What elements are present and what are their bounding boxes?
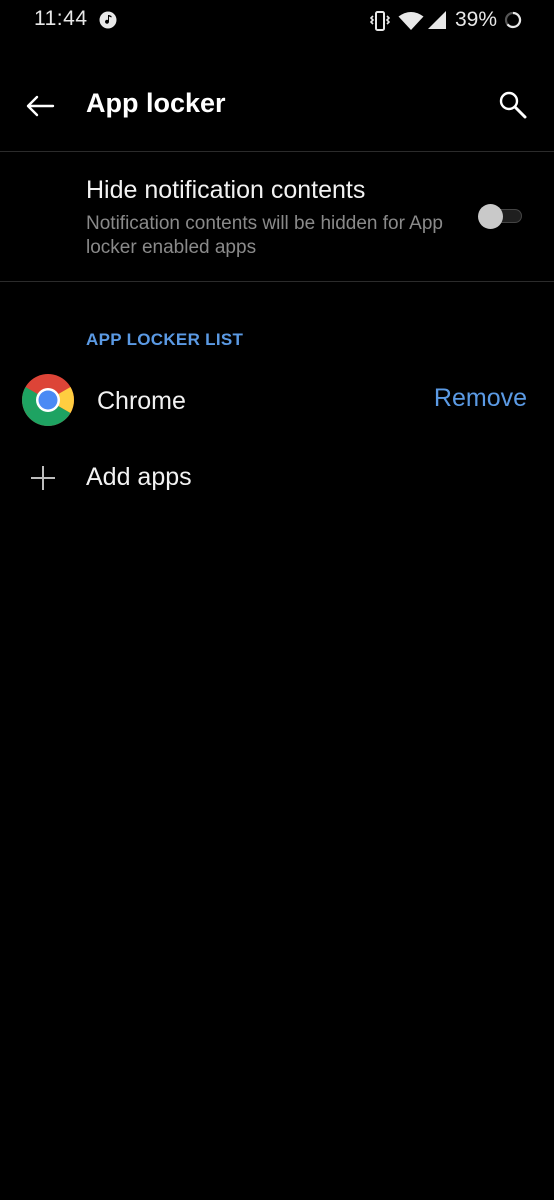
add-apps-button[interactable]: Add apps	[0, 450, 554, 508]
music-note-icon	[99, 11, 117, 29]
add-apps-label: Add apps	[86, 463, 192, 491]
arrow-back-icon	[26, 95, 55, 117]
toggle-thumb	[478, 204, 503, 229]
remove-button[interactable]: Remove	[434, 384, 527, 413]
search-button[interactable]	[494, 86, 532, 124]
battery-saver-icon	[504, 11, 522, 29]
battery-percentage: 39%	[455, 8, 498, 31]
status-time: 11:44	[34, 7, 88, 30]
hide-notification-toggle[interactable]	[478, 204, 524, 229]
setting-description: Notification contents will be hidden for…	[86, 213, 443, 258]
app-name: Chrome	[97, 387, 186, 415]
vibrate-icon	[370, 11, 390, 31]
app-bar: App locker	[0, 60, 554, 150]
wifi-icon	[398, 12, 424, 30]
chrome-icon	[22, 374, 74, 426]
search-icon	[499, 91, 527, 119]
cell-signal-icon	[428, 11, 446, 29]
page-title: App locker	[86, 88, 226, 118]
section-header: APP LOCKER LIST	[86, 330, 244, 349]
app-list-item: Chrome Remove	[0, 368, 554, 432]
status-bar: 11:44 39%	[0, 0, 554, 44]
plus-icon	[31, 466, 55, 490]
hide-notification-setting[interactable]: Hide notification contents Notification …	[0, 152, 554, 280]
setting-title: Hide notification contents	[86, 176, 366, 204]
back-button[interactable]	[22, 88, 58, 124]
setting-divider	[0, 281, 554, 282]
